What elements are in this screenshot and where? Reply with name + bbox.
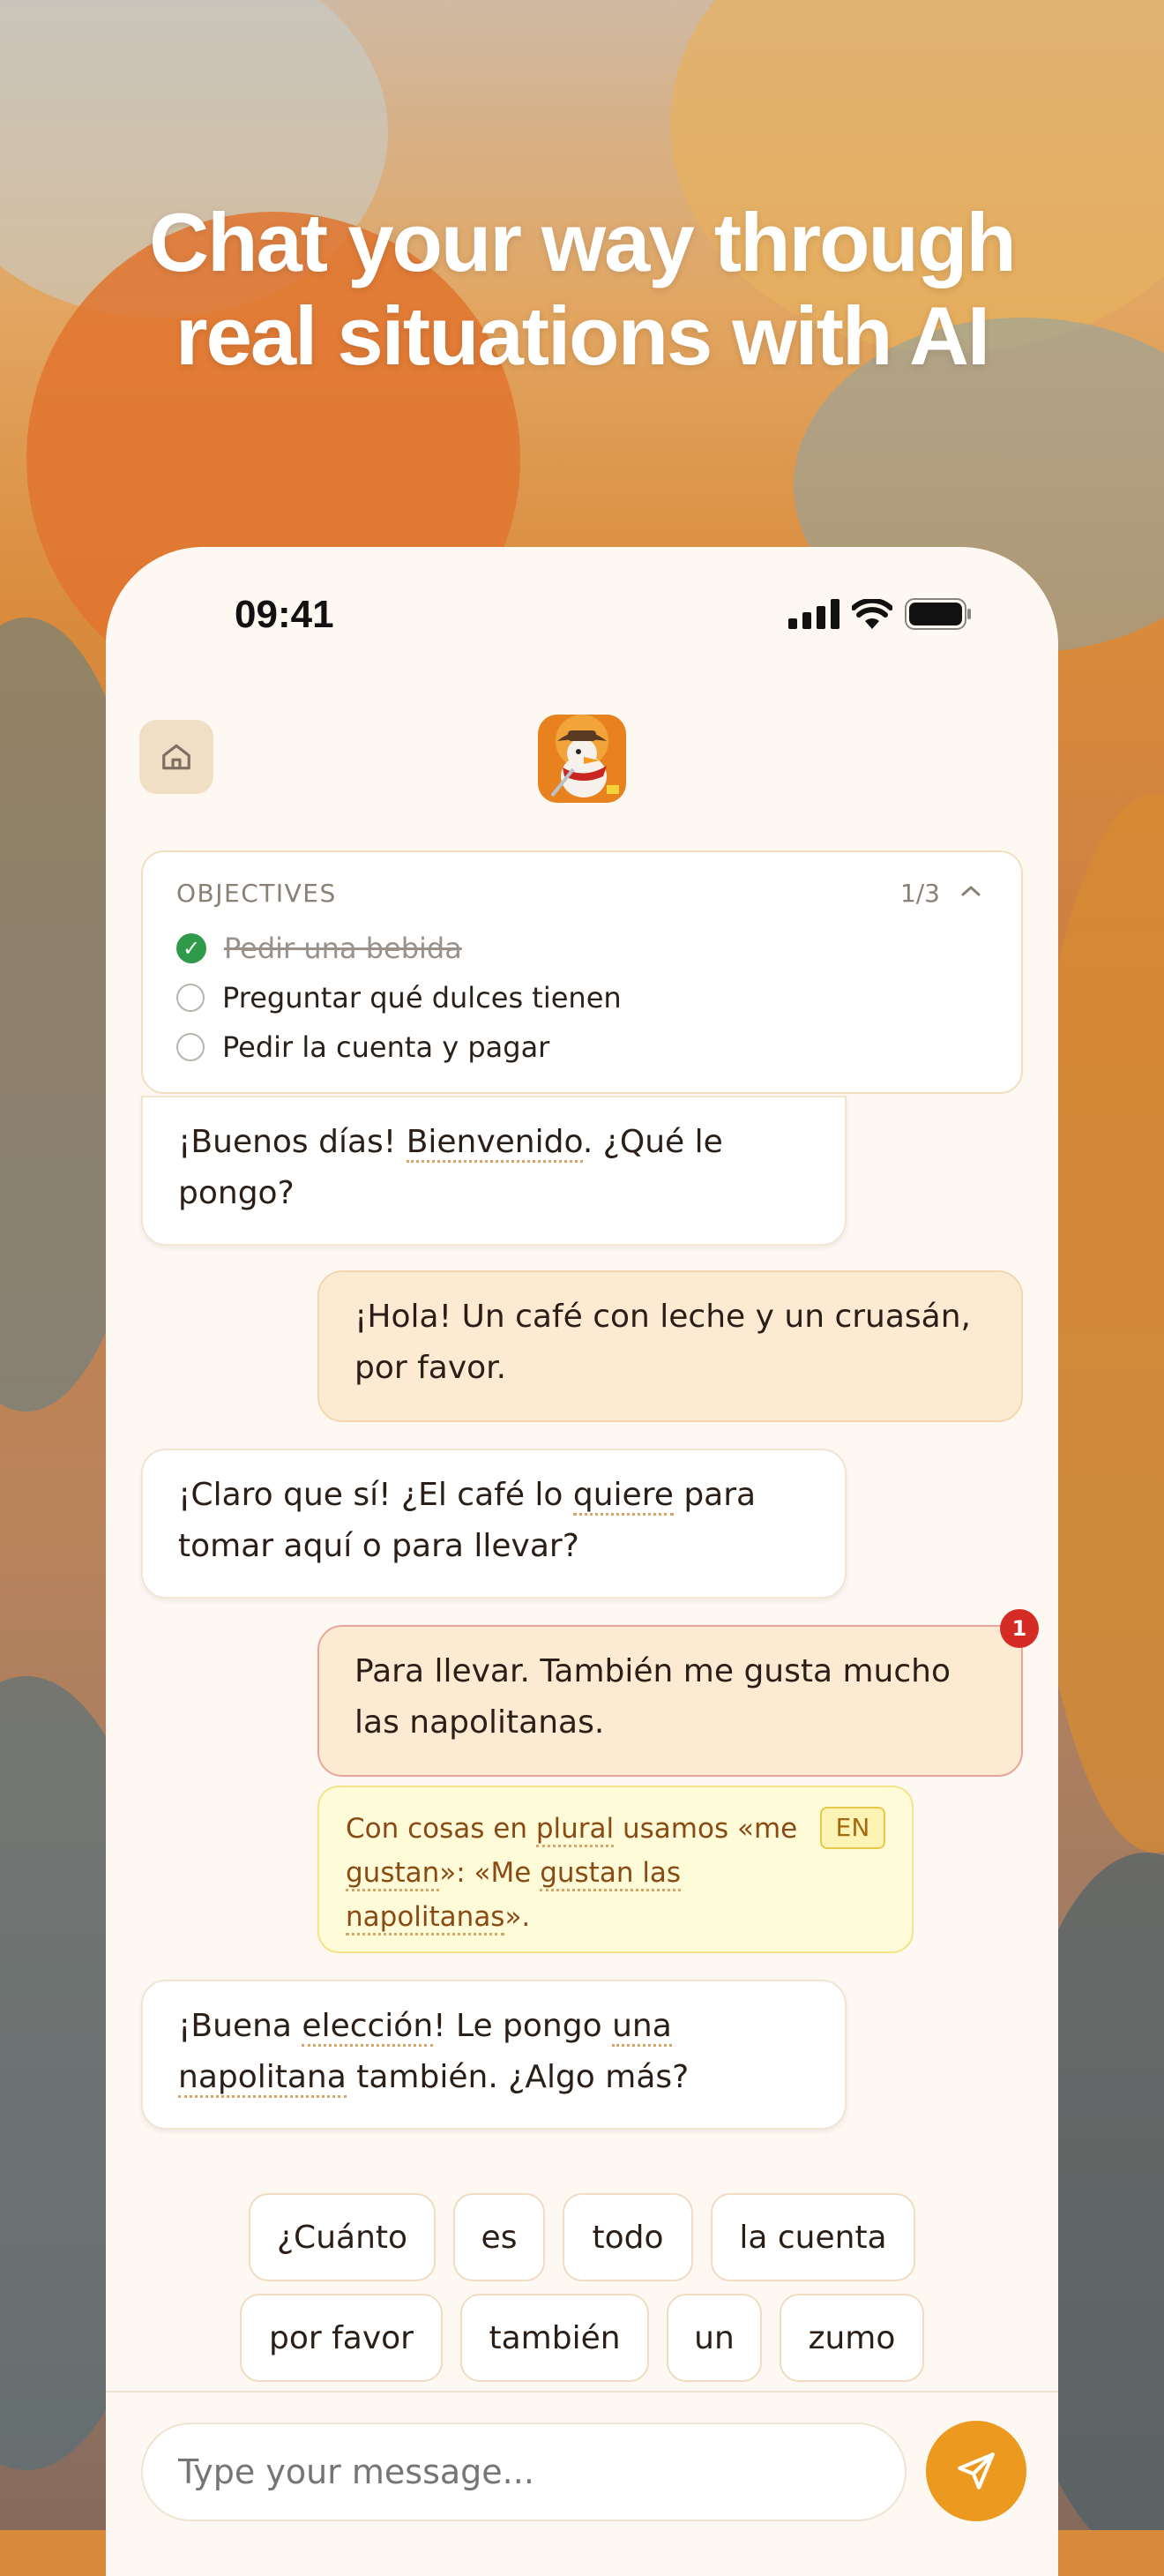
message-text: ¡Claro que sí! ¿El café lo (178, 1477, 573, 1513)
objective-item: Pedir la cuenta y pagar (176, 1030, 549, 1064)
correction-text: Con cosas en (346, 1813, 536, 1845)
suggestion-chip[interactable]: ¿Cuánto (249, 2193, 436, 2281)
vocab-word[interactable]: plural (535, 1813, 615, 1847)
empty-circle-icon (176, 1033, 205, 1061)
message-input[interactable] (141, 2422, 907, 2521)
objective-item: Preguntar qué dulces tienen (176, 981, 622, 1015)
objective-label: Preguntar qué dulces tienen (222, 981, 622, 1015)
suggestion-chip[interactable]: también (460, 2294, 649, 2382)
objectives-title: OBJECTIVES (176, 879, 337, 908)
bot-message: ¡Claro que sí! ¿El café lo quiere para t… (141, 1449, 847, 1599)
correction-text: »: «Me (439, 1857, 541, 1889)
composer-divider (106, 2391, 1058, 2393)
message-text: ¡Buenos días! (178, 1124, 407, 1160)
suggestion-chip[interactable]: es (453, 2193, 545, 2281)
correction-text: ». (504, 1901, 531, 1933)
status-icons (788, 598, 972, 630)
suggestion-chip[interactable]: por favor (240, 2294, 443, 2382)
battery-icon (905, 598, 971, 630)
send-button[interactable] (926, 2421, 1026, 2521)
app-logo (538, 715, 626, 803)
translate-toggle-button[interactable]: EN (820, 1807, 885, 1849)
bot-message: ¡Buena elección! Le pongo una napolitana… (141, 1980, 847, 2130)
correction-text: usamos «me (614, 1813, 798, 1845)
phone-screen: 09:41 OBJECTIVES 1/3 ✓ Pedir una bebida … (106, 547, 1058, 2576)
error-count-badge[interactable]: 1 (1000, 1609, 1039, 1648)
vocab-word[interactable]: una (612, 2008, 672, 2047)
vocab-word[interactable]: napolitana (178, 2059, 347, 2098)
checkmark-icon: ✓ (176, 933, 206, 963)
headline: Chat your way through real situations wi… (0, 196, 1164, 383)
chevron-up-icon[interactable] (959, 882, 982, 900)
headline-line-2: real situations with AI (175, 289, 990, 382)
objective-item: ✓ Pedir una bebida (176, 932, 462, 965)
objective-label: Pedir la cuenta y pagar (222, 1030, 550, 1064)
home-button[interactable] (139, 720, 213, 794)
send-icon (958, 2452, 995, 2490)
grammar-correction: Con cosas en plural usamos «me gustan»: … (317, 1786, 914, 1953)
suggestion-chip[interactable]: zumo (780, 2294, 924, 2382)
message-text: ¡Hola! Un café con leche y un cruasán, p… (354, 1299, 971, 1386)
objectives-count: 1/3 (899, 879, 940, 908)
message-text: ¡Buena (178, 2008, 302, 2044)
suggestion-chip[interactable]: un (667, 2294, 762, 2382)
status-time: 09:41 (235, 593, 334, 636)
cellular-signal-icon (788, 599, 839, 629)
user-message-with-error[interactable]: Para llevar. También me gusta mucho las … (317, 1625, 1023, 1777)
objective-label: Pedir una bebida (224, 932, 462, 965)
vocab-word[interactable]: Bienvenido (406, 1124, 583, 1163)
objectives-card: OBJECTIVES 1/3 ✓ Pedir una bebida Pregun… (141, 850, 1023, 1094)
suggestion-chip[interactable]: la cuenta (711, 2193, 915, 2281)
suggestion-chip[interactable]: todo (563, 2193, 693, 2281)
message-text: también. ¿Algo más? (346, 2059, 690, 2095)
vocab-word[interactable]: gustan (346, 1857, 440, 1891)
vocab-word[interactable]: elección (302, 2008, 434, 2047)
headline-line-1: Chat your way through (149, 196, 1017, 288)
message-text: Para llevar. También me gusta mucho las … (354, 1653, 951, 1741)
vocab-word[interactable]: quiere (572, 1477, 674, 1516)
message-text: ! Le pongo (433, 2008, 613, 2044)
wifi-icon (852, 599, 892, 629)
bot-message: ¡Buenos días! Bienvenido. ¿Qué le pongo? (141, 1096, 847, 1246)
user-message: ¡Hola! Un café con leche y un cruasán, p… (317, 1270, 1023, 1422)
duck-mascot-icon (538, 715, 626, 803)
empty-circle-icon (176, 984, 205, 1012)
home-icon (162, 744, 190, 770)
